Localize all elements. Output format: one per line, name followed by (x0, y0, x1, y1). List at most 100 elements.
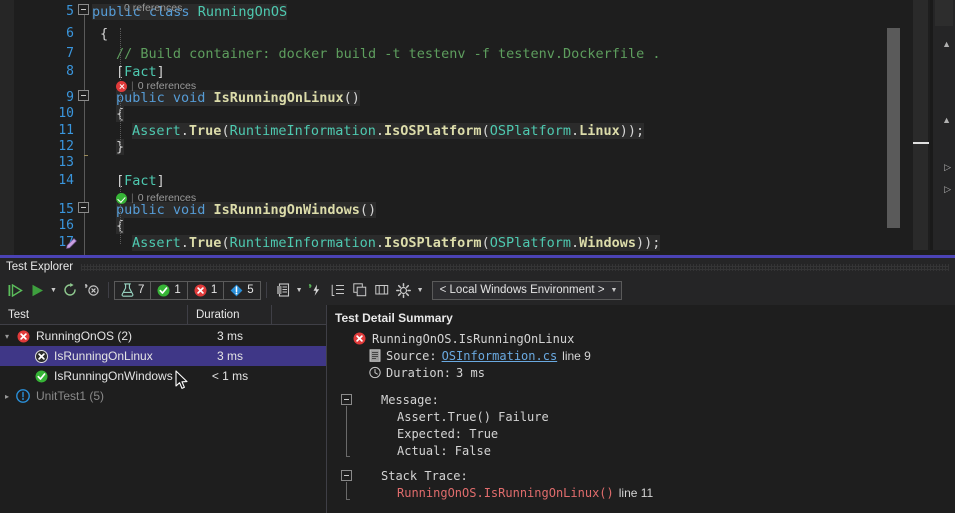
message-collapse-toggle[interactable] (341, 394, 352, 405)
editor-code-line[interactable]: Assert.True(RuntimeInformation.IsOSPlatf… (92, 123, 645, 139)
copy-icon (352, 283, 366, 297)
tree-collapse-icon[interactable]: ▾ (0, 332, 14, 341)
editor-code-line[interactable]: // Build container: docker build -t test… (92, 46, 661, 62)
editor-line-number: 15 (58, 202, 74, 217)
editor-code-surface[interactable]: public class RunningOnOS { // Build contai… (92, 0, 955, 255)
outlining-vertical-line (84, 101, 85, 202)
group-by-button[interactable] (327, 279, 349, 301)
editor-vertical-scrollbar[interactable] (887, 0, 928, 250)
run-all-tests-button[interactable] (4, 279, 26, 301)
test-list-row[interactable]: ▾ RunningOnOS (2) 3 ms (0, 326, 326, 346)
document-icon (369, 349, 381, 362)
outlining-collapse-box[interactable] (78, 90, 89, 101)
playlist-dropdown-caret-icon[interactable]: ▼ (294, 279, 305, 301)
editor-breakpoint-margin[interactable] (0, 0, 14, 255)
rail-collapse-up-icon-2[interactable]: ▲ (942, 116, 951, 125)
playlist-button[interactable] (272, 279, 294, 301)
editor-scrollbar-thumb[interactable] (887, 28, 900, 228)
editor-line-number: 7 (66, 46, 74, 61)
counter-notrun-tests[interactable]: 5 (224, 282, 259, 299)
outlining-vertical-line (84, 213, 85, 255)
test-explorer-panel: Test Explorer ▼ 7 1 1 5 ▼ ▼ < Local Wind… (0, 258, 955, 513)
test-status-icon (32, 349, 50, 363)
codelens-label[interactable]: 0 references (138, 190, 196, 206)
test-list-row[interactable]: ▸ UnitTest1 (5) (0, 386, 326, 406)
repeat-last-run-button[interactable] (59, 279, 81, 301)
test-explorer-title-bar[interactable]: Test Explorer (0, 258, 955, 276)
detail-stack-frame[interactable]: RunningOnOS.IsRunningOnLinux() (397, 486, 614, 500)
cancel-run-button[interactable] (81, 279, 103, 301)
detail-source-line: line 9 (562, 348, 591, 363)
detail-stack-label: Stack Trace: (381, 468, 468, 483)
detail-stack-frame-row[interactable]: RunningOnOS.IsRunningOnLinux() line 11 (341, 484, 955, 501)
counter-total-value: 7 (138, 284, 145, 296)
toolbar-separator-2 (265, 282, 267, 298)
detail-stack-block: Stack Trace: RunningOnOS.IsRunningOnLinu… (335, 467, 955, 501)
code-coverage-button[interactable] (305, 279, 327, 301)
detail-source-file-link[interactable]: OSInformation.cs (442, 349, 558, 363)
test-duration: 3 ms (216, 349, 243, 363)
rail-expand-right-icon[interactable]: ▷ (944, 163, 951, 172)
editor-line-number: 5 (66, 4, 74, 19)
failed-icon (353, 332, 366, 345)
codelens-label[interactable]: 0 references (138, 78, 196, 94)
editor-line-number: 8 (66, 64, 74, 79)
column-header-test[interactable]: Test (0, 305, 188, 324)
test-list-grid[interactable]: Test Duration ▾ RunningOnOS (2) 3 ms IsRunn… (0, 305, 326, 513)
codelens-label[interactable]: 0 references (124, 0, 182, 16)
counter-failed-tests[interactable]: 1 (188, 281, 225, 299)
detail-source-row: Source: OSInformation.cs line 9 (335, 347, 955, 364)
editor-outlining-margin[interactable] (78, 0, 92, 255)
title-bar-grip[interactable] (81, 263, 949, 271)
toolbar-separator (108, 282, 109, 298)
test-name: RunningOnOS (2) (36, 329, 133, 343)
run-dropdown-caret-icon[interactable]: ▼ (48, 279, 59, 301)
test-detail-summary-pane: Test Detail Summary RunningOnOS.IsRunnin… (326, 305, 955, 513)
passed-icon (35, 370, 47, 382)
playlist-icon (276, 283, 289, 297)
editor-code-line[interactable]: { (92, 26, 108, 42)
editor-code-line[interactable]: [Fact] (92, 173, 165, 189)
counter-total-tests[interactable]: 7 (115, 281, 152, 299)
editor-scrollbar-caret-marker (913, 142, 929, 144)
editor-code-line[interactable]: public class RunningOnOS (92, 4, 288, 20)
codelens-indicator[interactable]: | 0 references (116, 79, 196, 93)
environment-dropdown-label: < Local Windows Environment > (439, 284, 605, 296)
clock-icon (369, 366, 381, 379)
code-editor[interactable]: 5 6 7 8 9 10 11 12 13 14 15 16 17 public class Runni… (0, 0, 955, 255)
column-header-extra[interactable] (272, 305, 326, 324)
counter-failed-value: 1 (210, 284, 218, 296)
detail-message-block: Message: Assert.True() Failure Expected:… (335, 391, 955, 459)
settings-dropdown-caret-icon[interactable]: ▼ (415, 279, 426, 301)
rail-expand-right-icon-2[interactable]: ▷ (944, 185, 951, 194)
outlining-collapse-box[interactable] (78, 202, 89, 213)
editor-line-number: 11 (58, 123, 74, 138)
columns-button[interactable] (371, 279, 393, 301)
run-button[interactable] (26, 279, 48, 301)
codelens-indicator[interactable]: 0 references (124, 1, 182, 15)
editor-line-number: 14 (58, 173, 74, 188)
editor-code-line[interactable]: Assert.True(RuntimeInformation.IsOSPlatf… (92, 235, 661, 251)
copy-button[interactable] (349, 279, 371, 301)
test-list-row[interactable]: IsRunningOnLinux 3 ms (0, 346, 326, 366)
test-explorer-toolbar[interactable]: ▼ 7 1 1 5 ▼ ▼ < Local Windows Environmen… (0, 277, 955, 303)
column-header-duration[interactable]: Duration (188, 305, 272, 324)
stack-collapse-toggle[interactable] (341, 470, 352, 481)
codelens-indicator[interactable]: | 0 references (116, 191, 196, 205)
counter-passed-tests[interactable]: 1 (151, 281, 188, 299)
codelens-separator: | (131, 192, 134, 204)
chevron-down-icon[interactable]: ▼ (605, 287, 618, 294)
test-explorer-title: Test Explorer (6, 261, 74, 273)
test-list-row[interactable]: IsRunningOnWindows < 1 ms (0, 366, 326, 386)
settings-button[interactable] (393, 279, 415, 301)
tree-expand-icon[interactable]: ▸ (0, 392, 14, 401)
docked-tool-window-tab[interactable] (935, 0, 953, 26)
codelens-passed-icon (116, 192, 127, 204)
rail-collapse-up-icon[interactable]: ▲ (942, 40, 951, 49)
mouse-cursor (175, 370, 188, 389)
environment-dropdown[interactable]: < Local Windows Environment > ▼ (431, 280, 623, 300)
outlining-collapse-box[interactable] (78, 4, 89, 15)
codelens-separator: | (131, 80, 134, 92)
detail-test-name: RunningOnOS.IsRunningOnLinux (372, 331, 575, 346)
editor-right-dock-rail[interactable]: ▲ ▲ ▷ ▷ (933, 0, 955, 250)
